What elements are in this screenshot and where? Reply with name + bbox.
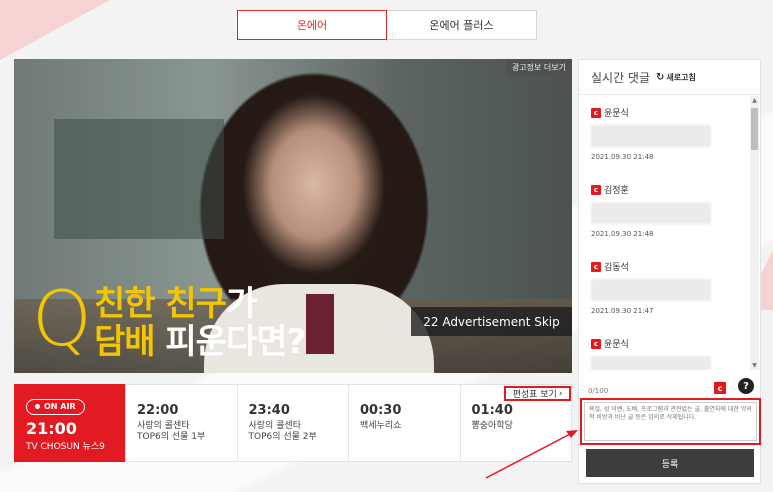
caption-line2-white: 피운다면? [154, 322, 306, 362]
tab-onair[interactable]: 온에어 [237, 10, 387, 40]
char-counter: 0/100 [588, 387, 609, 395]
comment-input-highlight [580, 398, 761, 445]
onair-time: 21:00 [26, 418, 77, 438]
classroom-board [54, 119, 224, 239]
tab-onair-plus[interactable]: 온에어 플러스 [387, 10, 537, 40]
caption-line1-white: 가 [225, 284, 257, 324]
list-item: c 윤문식 [579, 327, 749, 370]
comments-header: 실시간 댓글 ↻ 새로고침 [579, 60, 760, 95]
list-item: c 윤문식 2021.09.30 21:48 [579, 96, 749, 173]
video-caption: Q 친한 친구가 담배 피운다면? [32, 279, 306, 362]
comments-scrollbar[interactable]: ▲ ▼ [750, 96, 759, 370]
refresh-button[interactable]: ↻ 새로고침 [656, 72, 696, 83]
tvchosun-logo-icon: c [591, 107, 601, 118]
comment-list: c 윤문식 2021.09.30 21:48 c 김정훈 2021.09.30 21… [579, 96, 749, 370]
scroll-down-icon[interactable]: ▼ [750, 361, 759, 370]
schedule-strip: ON AIR 21:00 TV CHOSUN 뉴스9 22:00 사랑의 콜센타… [14, 384, 572, 462]
video-player[interactable]: 광고정보 더보기 Q 친한 친구가 담배 피운다면? 22 Advertisem… [14, 59, 572, 373]
chevron-right-icon: › [558, 388, 563, 399]
comment-text-blurred [591, 356, 711, 370]
comment-date: 2021.09.30 21:47 [591, 307, 654, 315]
schedule-slot[interactable]: 00:30 백세누리쇼 [348, 385, 460, 461]
scroll-thumb[interactable] [751, 108, 758, 150]
broadcast-tabs: 온에어 온에어 플러스 [237, 10, 537, 40]
student-tie [306, 294, 334, 354]
tvchosun-logo-icon: c [714, 382, 726, 394]
caption-line1-yellow: 친한 친구 [94, 284, 227, 324]
comment-author: 김정훈 [604, 186, 629, 196]
onair-badge: ON AIR [26, 398, 85, 415]
comment-text-blurred [591, 279, 711, 301]
schedule-slot[interactable]: 22:00 사랑의 콜센타 TOP6의 선물 1부 [125, 385, 237, 461]
timetable-button[interactable]: 편성표 보기 › [504, 386, 571, 401]
submit-button[interactable]: 등록 [586, 449, 754, 477]
list-item: c 김정훈 2021.09.30 21:48 [579, 173, 749, 250]
help-icon[interactable]: ? [738, 378, 754, 394]
caption-q: Q [32, 274, 92, 363]
refresh-icon: ↻ [656, 71, 665, 83]
tvchosun-logo-icon: c [591, 184, 601, 195]
ad-info-button[interactable]: 광고정보 더보기 [505, 59, 572, 76]
comment-author: 윤문식 [604, 109, 629, 119]
onair-now[interactable]: ON AIR 21:00 TV CHOSUN 뉴스9 [14, 384, 125, 462]
comment-author: 윤문식 [604, 340, 629, 350]
comment-text-blurred [591, 125, 711, 147]
comment-date: 2021.09.30 21:48 [591, 153, 654, 161]
scroll-up-icon[interactable]: ▲ [750, 96, 759, 105]
onair-program: TV CHOSUN 뉴스9 [26, 441, 105, 452]
comment-author: 김동석 [604, 263, 629, 273]
live-comments-panel: 실시간 댓글 ↻ 새로고침 c 윤문식 2021.09.30 21:48 c 김정훈… [578, 59, 761, 484]
comment-date: 2021.09.30 21:48 [591, 230, 654, 238]
comment-text-blurred [591, 202, 711, 224]
ad-skip-button[interactable]: 22 Advertisement Skip [411, 307, 572, 336]
comments-title: 실시간 댓글 [591, 70, 651, 85]
tvchosun-logo-icon: c [591, 261, 601, 272]
live-dot-icon [35, 404, 40, 409]
list-item: c 김동석 2021.09.30 21:47 [579, 250, 749, 327]
comment-input[interactable] [584, 402, 757, 441]
tvchosun-logo-icon: c [591, 338, 601, 349]
schedule-slot[interactable]: 23:40 사랑의 콜센타 TOP6의 선물 2부 [236, 385, 349, 461]
caption-line2-yellow: 담배 [94, 322, 156, 362]
